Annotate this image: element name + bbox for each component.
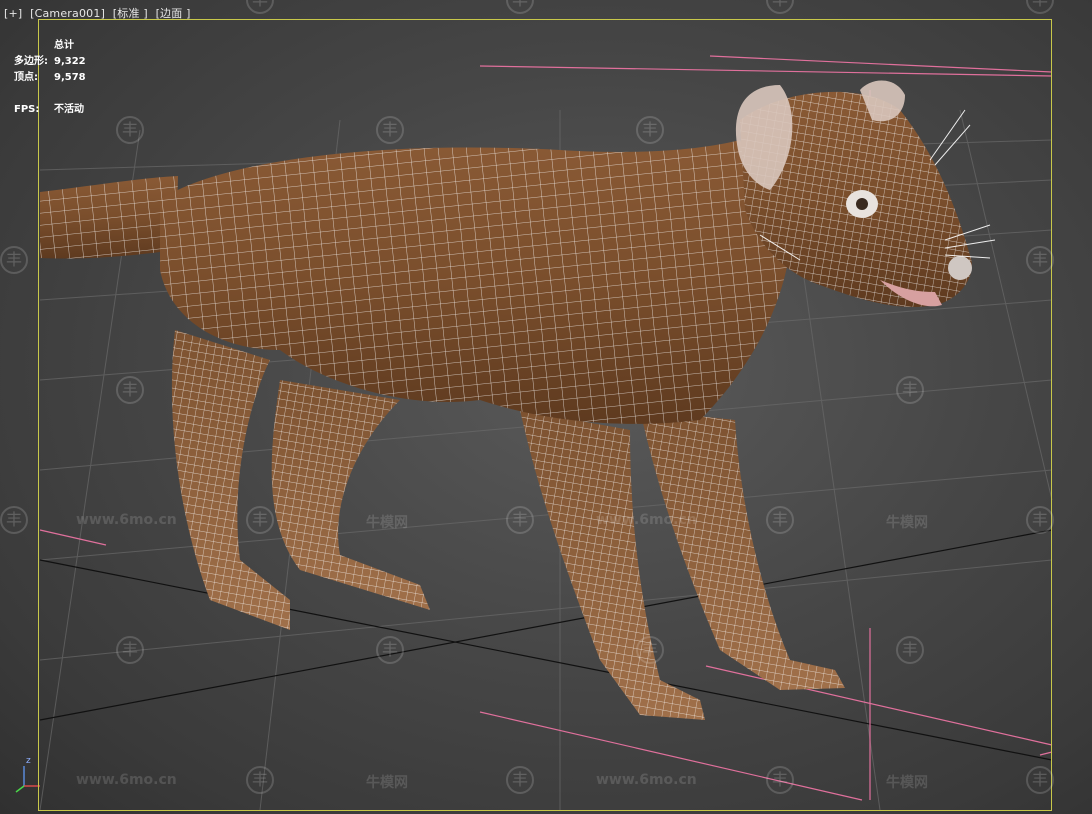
stats-polys-row: 多边形: 9,322: [14, 54, 86, 70]
statistics-overlay: 总计 多边形: 9,322 顶点: 9,578 FPS: 不活动: [14, 38, 86, 118]
scene-canvas[interactable]: [0, 0, 1092, 814]
watermark-site-text: www.6mo.cn: [596, 512, 697, 528]
viewport-label[interactable]: [+] [Camera001] [标准 ] [边面 ]: [4, 5, 195, 21]
stats-fps-value: 不活动: [54, 104, 84, 115]
watermark-logo-icon: 丰: [896, 636, 924, 664]
watermark-brand-text: 牛模网: [886, 775, 928, 791]
watermark-logo-icon: 丰: [766, 506, 794, 534]
viewport-menu-plus[interactable]: [+]: [4, 7, 22, 20]
3d-viewport[interactable]: [+] [Camera001] [标准 ] [边面 ] 总计 多边形: 9,32…: [0, 0, 1092, 814]
watermark-logo-icon: 丰: [506, 506, 534, 534]
watermark-logo-icon: 丰: [376, 636, 404, 664]
watermark-logo-icon: 丰: [1026, 246, 1054, 274]
watermark-logo-icon: 丰: [116, 116, 144, 144]
watermark-logo-icon: 丰: [636, 116, 664, 144]
viewport-camera-label[interactable]: [Camera001]: [30, 7, 105, 20]
watermark-logo-icon: 丰: [246, 766, 274, 794]
watermark-logo-icon: 丰: [636, 636, 664, 664]
watermark-logo-icon: 丰: [506, 766, 534, 794]
watermark-brand-text: 牛模网: [886, 515, 928, 531]
stats-fps-row: FPS: 不活动: [14, 102, 86, 118]
stats-verts-row: 顶点: 9,578: [14, 70, 86, 86]
gizmo-z-label: z: [26, 756, 31, 766]
watermark-logo-icon: 丰: [376, 116, 404, 144]
watermark-site-text: www.6mo.cn: [596, 772, 697, 788]
stats-verts-value: 9,578: [54, 72, 86, 83]
watermark-logo-icon: 丰: [116, 376, 144, 404]
watermark-logo-icon: 丰: [0, 246, 28, 274]
watermark-logo-icon: 丰: [1026, 766, 1054, 794]
viewport-shading-label[interactable]: [标准 ]: [113, 7, 148, 20]
viewport-edges-label[interactable]: [边面 ]: [156, 7, 191, 20]
watermark-logo-icon: 丰: [1026, 506, 1054, 534]
watermark-logo-icon: 丰: [246, 506, 274, 534]
watermark-logo-icon: 丰: [766, 766, 794, 794]
stats-fps-label: FPS:: [14, 104, 40, 115]
stats-total-label: 总计: [54, 40, 74, 51]
watermark-site-text: www.6mo.cn: [76, 512, 177, 528]
watermark-site-text: www.6mo.cn: [76, 772, 177, 788]
watermark-brand-text: 牛模网: [366, 775, 408, 791]
stats-polys-label: 多边形:: [14, 56, 48, 67]
watermark-logo-icon: 丰: [896, 376, 924, 404]
stats-polys-value: 9,322: [54, 56, 86, 67]
watermark-brand-text: 牛模网: [366, 515, 408, 531]
stats-verts-label: 顶点:: [14, 72, 38, 83]
watermark-logo-icon: 丰: [0, 506, 28, 534]
axis-gizmo-icon: [15, 766, 40, 793]
animal-model[interactable]: [40, 80, 996, 720]
watermark-logo-icon: 丰: [116, 636, 144, 664]
